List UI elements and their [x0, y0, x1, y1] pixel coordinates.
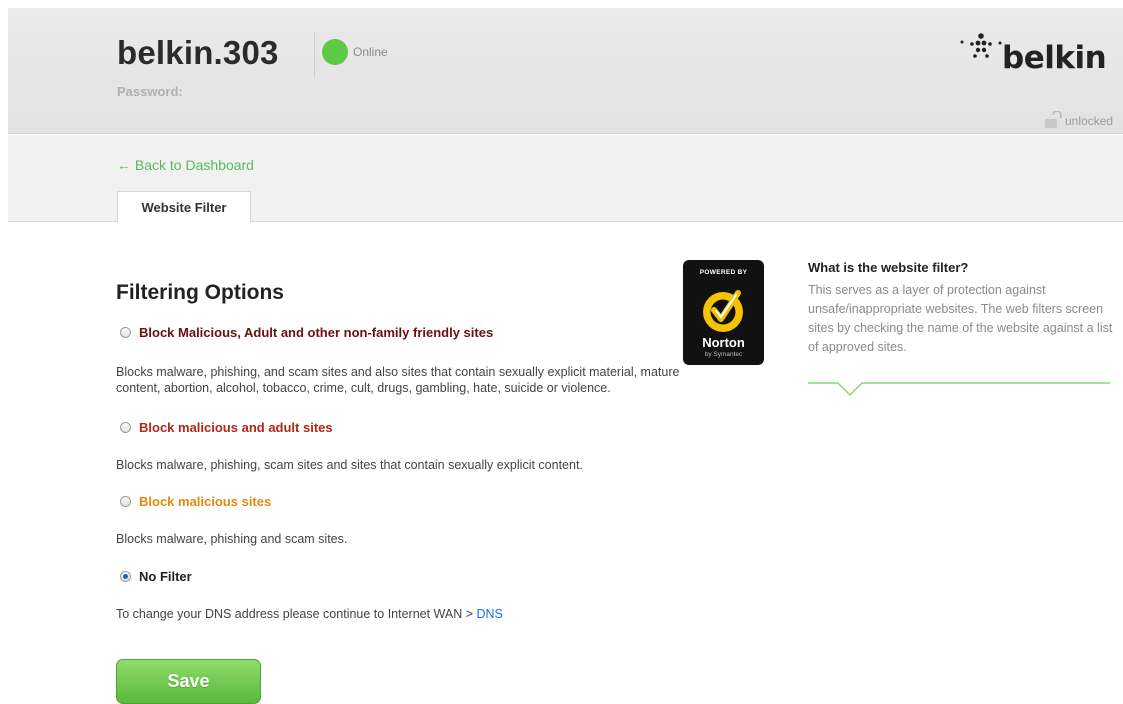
device-name: belkin.303: [117, 34, 279, 71]
online-status-text: Online: [353, 45, 388, 59]
filter-option-description: Blocks malware, phishing, and scam sites…: [116, 365, 680, 395]
save-button[interactable]: Save: [116, 659, 261, 704]
header-divider: [314, 32, 315, 78]
filter-option-description: Blocks malware, phishing, scam sites and…: [116, 458, 583, 472]
filter-option-radio-selected[interactable]: [120, 571, 131, 582]
tab-website-filter[interactable]: Website Filter: [117, 191, 251, 223]
belkin-logo-text: belkin: [1002, 40, 1107, 76]
dns-hint-text: To change your DNS address please contin…: [116, 607, 477, 621]
filter-option-label[interactable]: Block malicious sites: [139, 494, 271, 509]
lock-status-text: unlocked: [1065, 114, 1114, 128]
norton-badge: POWERED BY Norton by Symantec: [683, 260, 764, 365]
help-body: This serves as a layer of protection aga…: [808, 283, 1113, 354]
norton-brand: Norton: [702, 335, 745, 350]
unlocked-padlock-icon: [1045, 111, 1062, 128]
filter-option-row[interactable]: Block Malicious, Adult and other non-fam…: [120, 325, 493, 340]
back-to-dashboard-link[interactable]: ← Back to Dashboard: [117, 157, 254, 173]
help-title: What is the website filter?: [808, 260, 969, 275]
filter-option-label[interactable]: Block malicious and adult sites: [139, 420, 333, 435]
dns-link[interactable]: DNS: [477, 607, 503, 621]
filter-option-row[interactable]: No Filter: [120, 569, 192, 584]
norton-sub: by Symantec: [704, 351, 743, 358]
filter-option-label[interactable]: No Filter: [139, 569, 192, 584]
norton-powered-by: POWERED BY: [699, 269, 748, 276]
filter-option-radio[interactable]: [120, 327, 131, 338]
page-title: Filtering Options: [116, 281, 284, 304]
filter-option-description: Blocks malware, phishing and scam sites.: [116, 532, 348, 546]
filter-option-radio[interactable]: [120, 422, 131, 433]
dns-hint: To change your DNS address please contin…: [116, 606, 503, 622]
filter-option-row[interactable]: Block malicious sites: [120, 494, 271, 509]
password-label: Password:: [117, 84, 183, 99]
help-divider: [808, 382, 1110, 397]
online-status-indicator: [322, 39, 348, 65]
filter-option-radio[interactable]: [120, 496, 131, 507]
top-header: belkin.303 Online Password: belkin unloc…: [8, 8, 1123, 134]
filter-option-label[interactable]: Block Malicious, Adult and other non-fam…: [139, 325, 493, 340]
filter-option-row[interactable]: Block malicious and adult sites: [120, 420, 333, 435]
sub-header: ← Back to Dashboard Website Filter: [8, 135, 1123, 223]
